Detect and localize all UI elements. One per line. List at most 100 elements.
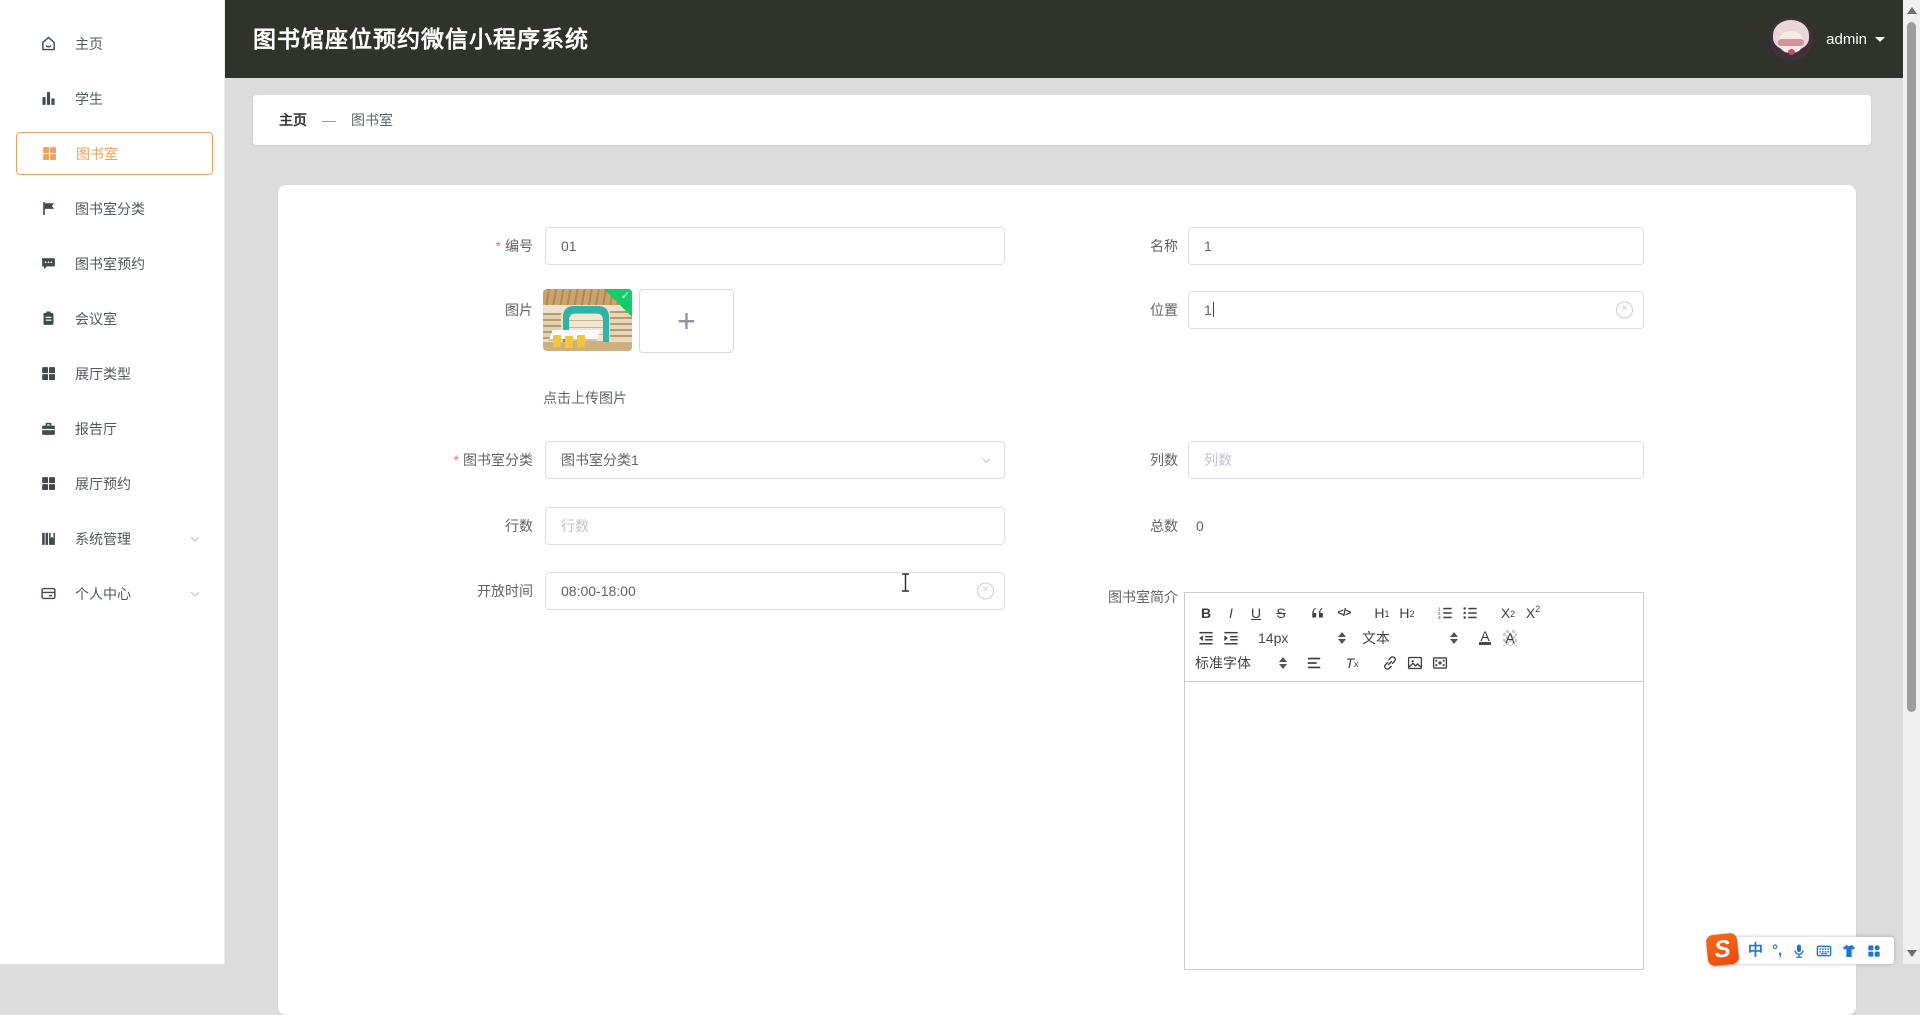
bold-button[interactable]: B [1195,602,1217,624]
sidebar-item-label: 会议室 [75,310,117,327]
uploaded-image-thumbnail[interactable]: ✓ [543,289,632,351]
background-button[interactable]: A [1499,627,1521,649]
rows-label: 行数 [505,518,533,534]
indent-button[interactable] [1220,627,1242,649]
color-button[interactable]: A [1474,627,1496,649]
italic-button[interactable]: I [1220,602,1242,624]
sidebar-item-label: 学生 [75,90,103,107]
open-time-label: 开放时间 [477,583,533,599]
location-input[interactable]: 1 × [1188,291,1644,329]
open-time-input[interactable]: 08:00-18:00 × [545,572,1005,610]
video-button[interactable] [1429,652,1451,674]
sidebar-item-9[interactable]: 展厅预约 [16,462,213,505]
upload-button[interactable]: + [639,289,734,353]
breadcrumb: 主页 — 图书室 [253,95,1871,145]
sidebar-item-2[interactable]: 学生 [16,77,213,120]
skin-icon[interactable] [1841,943,1857,959]
toolbox-icon[interactable] [1866,943,1882,959]
sidebar-item-6[interactable]: 会议室 [16,297,213,340]
sidebar-item-label: 图书室 [76,145,118,162]
image-button[interactable] [1404,652,1426,674]
sidebar-item-label: 报告厅 [75,420,117,437]
svg-text:3: 3 [1438,615,1441,621]
sidebar-item-label: 个人中心 [75,585,131,602]
sidebar-item-label: 展厅类型 [75,365,131,382]
superscript-button[interactable]: X2 [1522,602,1544,624]
required-asterisk: * [495,238,501,254]
sidebar-item-4[interactable]: 图书室分类 [16,187,213,230]
sidebar-item-label: 图书室预约 [75,255,145,272]
chat-icon [40,255,57,272]
scrollbar-up-arrow[interactable] [1907,7,1917,14]
app-title: 图书馆座位预约微信小程序系统 [253,26,589,52]
subscript-button[interactable]: X2 [1497,602,1519,624]
sidebar-item-5[interactable]: 图书室预约 [16,242,213,285]
keyboard-icon[interactable] [1816,943,1832,959]
category-label: * 图书室分类 [453,452,533,468]
blockquote-button[interactable] [1308,602,1330,624]
header-select[interactable]: 文本 [1362,628,1458,648]
header-1-button[interactable]: H1 [1371,602,1393,624]
underline-button[interactable]: U [1245,602,1267,624]
user-dropdown-caret-icon[interactable] [1875,37,1885,47]
user-menu[interactable]: admin [1769,0,1885,78]
breadcrumb-separator: — [322,112,336,128]
user-name[interactable]: admin [1826,31,1867,48]
link-button[interactable] [1379,652,1401,674]
total-value: 0 [1196,518,1204,534]
page-scrollbar[interactable] [1903,0,1920,964]
required-asterisk: * [453,452,459,468]
sidebar-item-7[interactable]: 展厅类型 [16,352,213,395]
code-label: * 编号 [495,238,533,254]
font-select[interactable]: 标准字体 [1195,653,1287,673]
code-button[interactable]: </> [1333,602,1355,624]
rows-input[interactable]: 行数 [545,507,1005,545]
image-label: 图片 [505,302,533,318]
upload-hint: 点击上传图片 [543,390,627,406]
sidebar-item-10[interactable]: 系统管理 [16,517,213,560]
sidebar-item-1[interactable]: 主页 [16,22,213,65]
plus-icon: + [677,303,696,339]
clean-button[interactable]: Tx [1341,652,1363,674]
sidebar-item-11[interactable]: 个人中心 [16,572,213,615]
total-label: 总数 [1150,518,1178,534]
sidebar-item-8[interactable]: 报告厅 [16,407,213,450]
strike-button[interactable]: S [1270,602,1292,624]
bullet-list-button[interactable] [1459,602,1481,624]
grid-icon [40,475,57,492]
ordered-list-button[interactable]: 123 [1434,602,1456,624]
flag-icon [40,200,57,217]
editor-content[interactable] [1185,682,1643,969]
grid-icon [40,365,57,382]
card-icon [40,585,57,602]
books-icon [40,530,57,547]
avatar[interactable] [1769,17,1814,61]
header-2-button[interactable]: H2 [1396,602,1418,624]
breadcrumb-current: 图书室 [351,112,393,128]
mic-icon[interactable] [1791,943,1807,959]
sidebar-item-3[interactable]: 图书室 [16,132,213,175]
sidebar-item-label: 展厅预约 [75,475,131,492]
ime-punctuation-toggle[interactable]: °, [1772,943,1782,958]
outdent-button[interactable] [1195,627,1217,649]
clipboard-icon [40,310,57,327]
ime-toolbar: S 中 °, [1705,932,1894,967]
category-select[interactable]: 图书室分类1 [545,441,1005,479]
location-label: 位置 [1150,302,1178,318]
ime-lang-toggle[interactable]: 中 [1748,943,1763,958]
align-button[interactable] [1303,652,1325,674]
sidebar-item-label: 图书室分类 [75,200,145,217]
clear-icon[interactable]: × [1616,301,1633,319]
name-input[interactable]: 1 [1188,227,1644,265]
sogou-logo[interactable]: S [1705,932,1740,967]
intro-label: 图书室简介 [1108,589,1178,605]
upload-success-check-icon: ✓ [620,290,630,302]
scrollbar-down-arrow[interactable] [1907,950,1917,957]
chevron-down-icon [189,533,201,545]
scrollbar-thumb[interactable] [1907,22,1916,712]
size-select[interactable]: 14px [1258,630,1346,646]
grid-icon [41,145,58,162]
breadcrumb-home[interactable]: 主页 [279,110,307,130]
code-input[interactable]: 01 [545,227,1005,265]
columns-input[interactable]: 列数 [1188,441,1644,479]
